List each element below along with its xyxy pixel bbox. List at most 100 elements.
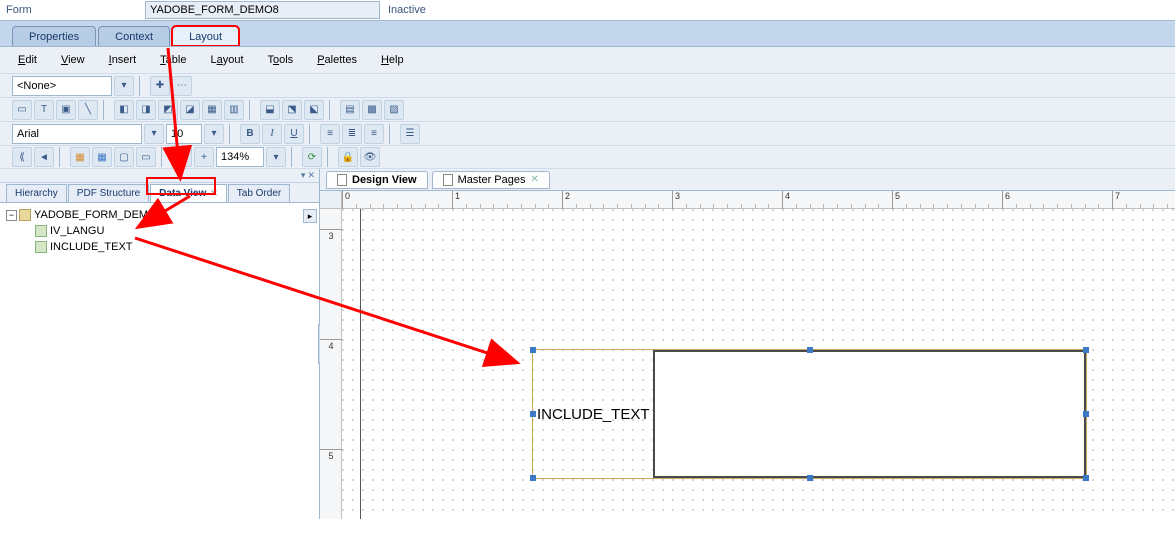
zoom-out-button[interactable]: − (172, 147, 192, 167)
rp-tab-master-close-icon[interactable]: ✕ (530, 174, 538, 185)
left-palette-pane: ▾ ✕ Hierarchy PDF Structure Data View ✕ … (0, 169, 320, 519)
tab-properties[interactable]: Properties (12, 26, 96, 46)
preview-button[interactable]: 👁 (360, 147, 380, 167)
tool-image[interactable]: ▣ (56, 100, 76, 120)
palette-close-icon[interactable]: ✕ (307, 170, 315, 181)
text-field-value-area[interactable] (653, 350, 1086, 478)
tool-btn-i[interactable]: ⬕ (304, 100, 324, 120)
tree-root[interactable]: − YADOBE_FORM_DEMO8 (6, 207, 313, 223)
menu-table[interactable]: Table (160, 54, 186, 66)
lp-tab-tab-order[interactable]: Tab Order (228, 184, 290, 202)
tool-text[interactable]: T (34, 100, 54, 120)
zoom-dropdown-button[interactable]: ▾ (266, 147, 286, 167)
text-field-object[interactable]: INCLUDE_TEXT (532, 349, 1087, 479)
tree-item-include-text[interactable]: INCLUDE_TEXT (6, 239, 313, 255)
design-canvas-pane: Design View Master Pages ✕ 01234567 345 … (320, 169, 1175, 519)
bold-button[interactable]: B (240, 124, 260, 144)
tree-item-ivlangu[interactable]: IV_LANGU (6, 223, 313, 239)
align-left-button[interactable]: ≡ (320, 124, 340, 144)
menu-palettes[interactable]: Palettes (317, 54, 357, 66)
tool-line[interactable]: ╲ (78, 100, 98, 120)
refresh-button[interactable]: ⟳ (302, 147, 322, 167)
nav-prev-button[interactable]: ◄ (34, 147, 54, 167)
resize-handle-nw[interactable] (530, 347, 536, 353)
ruler-h-tick: 0 (342, 191, 350, 209)
text-field-caption: INCLUDE_TEXT (537, 406, 650, 423)
italic-button[interactable]: I (262, 124, 282, 144)
ruler-v-tick: 5 (320, 449, 342, 461)
rp-tab-master-pages[interactable]: Master Pages ✕ (432, 171, 550, 189)
object-library-chip[interactable]: ▸ (303, 209, 317, 223)
rp-tab-master-pages-label: Master Pages (458, 174, 526, 186)
zoom-in-button[interactable]: + (194, 147, 214, 167)
menu-view[interactable]: View (61, 54, 85, 66)
style-dropdown-button[interactable]: ▾ (114, 76, 134, 96)
nav-first-button[interactable]: ⟪ (12, 147, 32, 167)
resize-handle-s[interactable] (807, 475, 813, 481)
toolbar-row-3: ▾ ▾ B I U ≡ ≣ ≡ ☰ (0, 121, 1175, 145)
form-name-input[interactable] (145, 1, 380, 19)
canvas-area[interactable]: 01234567 345 INCLUDE_TEXT (320, 191, 1175, 519)
resize-handle-w[interactable] (530, 411, 536, 417)
grid-button-1[interactable]: ▦ (70, 147, 90, 167)
resize-handle-sw[interactable] (530, 475, 536, 481)
tool-btn-c[interactable]: ◩ (158, 100, 178, 120)
data-view-tree: − YADOBE_FORM_DEMO8 IV_LANGU INCLUDE_TEX… (0, 203, 319, 519)
ruler-h-tick: 2 (562, 191, 570, 209)
menu-edit[interactable]: Edit (18, 54, 37, 66)
lp-tab-pdf-structure[interactable]: PDF Structure (68, 184, 149, 202)
resize-handle-n[interactable] (807, 347, 813, 353)
rp-tab-design-view[interactable]: Design View (326, 171, 428, 189)
snap-button[interactable]: ▢ (114, 147, 134, 167)
ruler-v-tick: 3 (320, 229, 342, 241)
page-edge (360, 209, 361, 519)
tool-pointer[interactable]: ▭ (12, 100, 32, 120)
align-right-button[interactable]: ≡ (364, 124, 384, 144)
menu-layout[interactable]: Layout (210, 54, 243, 66)
font-family-combo[interactable] (12, 124, 142, 144)
tool-btn-a[interactable]: ◧ (114, 100, 134, 120)
tab-layout[interactable]: Layout (172, 26, 239, 46)
tool-btn-h[interactable]: ⬔ (282, 100, 302, 120)
menu-insert[interactable]: Insert (109, 54, 137, 66)
tab-context[interactable]: Context (98, 26, 170, 46)
tool-btn-j[interactable]: ▤ (340, 100, 360, 120)
menu-help[interactable]: Help (381, 54, 404, 66)
resize-handle-e[interactable] (1083, 411, 1089, 417)
grid-button-2[interactable]: ▦ (92, 147, 112, 167)
lp-tab-data-view[interactable]: Data View ✕ (150, 184, 227, 202)
underline-button[interactable]: U (284, 124, 304, 144)
palette-menu-icon[interactable]: ▾ (301, 170, 306, 181)
tool-btn-g[interactable]: ⬓ (260, 100, 280, 120)
ruler-h-tick: 1 (452, 191, 460, 209)
font-size-combo[interactable] (166, 124, 202, 144)
form-label: Form (0, 4, 145, 16)
valign-button[interactable]: ☰ (400, 124, 420, 144)
page-icon (337, 174, 347, 186)
resize-handle-se[interactable] (1083, 475, 1089, 481)
lp-tab-hierarchy[interactable]: Hierarchy (6, 184, 67, 202)
lock-button[interactable]: 🔒 (338, 147, 358, 167)
guides-button[interactable]: ▭ (136, 147, 156, 167)
lp-tab-data-view-close-icon[interactable]: ✕ (210, 188, 218, 199)
variable-icon (35, 241, 47, 253)
zoom-combo[interactable] (216, 147, 264, 167)
tool-btn-d[interactable]: ◪ (180, 100, 200, 120)
tool-btn-b[interactable]: ◨ (136, 100, 156, 120)
align-center-button[interactable]: ≣ (342, 124, 362, 144)
tool-btn-e[interactable]: ▦ (202, 100, 222, 120)
tool-btn-k[interactable]: ▩ (362, 100, 382, 120)
page-surface[interactable]: INCLUDE_TEXT (342, 209, 1175, 519)
new-style-button[interactable]: ✚ (150, 76, 170, 96)
paragraph-style-combo[interactable] (12, 76, 112, 96)
style-manager-button[interactable]: ⋯ (172, 76, 192, 96)
resize-handle-ne[interactable] (1083, 347, 1089, 353)
size-dropdown-button[interactable]: ▾ (204, 124, 224, 144)
menu-tools[interactable]: Tools (268, 54, 294, 66)
tool-btn-l[interactable]: ▨ (384, 100, 404, 120)
collapse-icon[interactable]: − (6, 210, 17, 221)
font-dropdown-button[interactable]: ▾ (144, 124, 164, 144)
right-tab-bar: Design View Master Pages ✕ (320, 169, 1175, 191)
ruler-h-tick: 6 (1002, 191, 1010, 209)
tool-btn-f[interactable]: ▥ (224, 100, 244, 120)
